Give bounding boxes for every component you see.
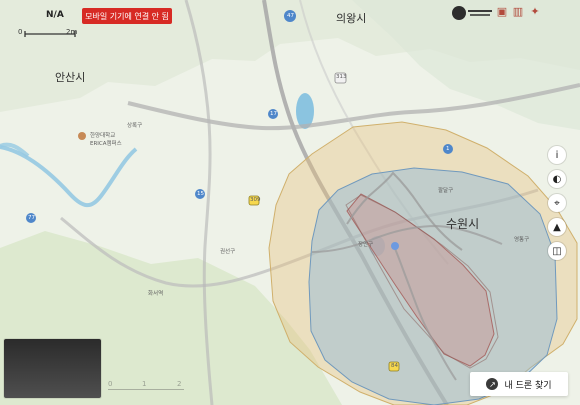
bottom-scale-tick-c: 2	[177, 380, 182, 388]
settings-status-icon: ✦	[530, 5, 540, 18]
road-label-15: 15	[197, 191, 204, 197]
drone-icon: ↗	[486, 378, 499, 390]
status-dot-icon	[452, 6, 466, 20]
road-label-309: 309	[250, 197, 261, 203]
map-label-uiwang: 의왕시	[336, 12, 367, 25]
scale-label-end: 2m	[66, 28, 78, 36]
map-label-hwaseo: 화서역	[148, 291, 164, 297]
bottom-scale-indicator: 0 1 2	[108, 377, 186, 395]
map-label-hanyang: 한양대학교 ERICA캠퍼스	[90, 133, 122, 147]
find-drone-label: 내 드론 찾기	[504, 380, 552, 391]
map-label-yeongtong: 영통구	[514, 237, 530, 243]
signal-dash-secondary-icon	[470, 14, 490, 16]
road-label-77: 77	[28, 215, 35, 221]
road-label-47: 47	[287, 13, 294, 19]
info-button[interactable]: i	[548, 146, 566, 164]
eraser-icon: ◐	[552, 173, 562, 185]
mobile-connection-alert: 모바일 기기에 연결 안 됨	[82, 8, 172, 24]
scale-label-start: 0	[18, 28, 23, 36]
camera-status-icon: ▣	[496, 5, 508, 18]
layers-icon: ◫	[552, 245, 562, 257]
navigation-button[interactable]: ▲	[548, 218, 566, 236]
location-button[interactable]: ⌖	[548, 194, 566, 212]
find-drone-button[interactable]: ↗ 내 드론 찾기	[470, 372, 568, 396]
battery-status-icon: ▥	[512, 5, 524, 18]
map-label-gwonseon: 권선구	[220, 249, 236, 255]
layers-button[interactable]: ◫	[548, 242, 566, 260]
bottom-scale-line	[108, 389, 184, 390]
road-label-1: 1	[446, 146, 450, 152]
map-label-ansan: 안산시	[55, 71, 86, 84]
map-screen: N/A 모바일 기기에 연결 안 됨 0 2m ▣ ▥ ✦ 의왕시 안산시 수원…	[0, 0, 580, 405]
bottom-scale-tick-a: 0	[108, 380, 113, 388]
video-preview[interactable]	[4, 339, 101, 398]
info-icon: i	[555, 149, 559, 161]
map-label-suwon: 수원시	[446, 217, 480, 231]
university-marker	[78, 132, 86, 140]
drone-position-marker	[391, 242, 399, 250]
signal-dash-icon	[468, 10, 492, 12]
map-label-sangnok: 상록구	[127, 123, 143, 129]
status-bar-cluster: ▣ ▥ ✦	[450, 4, 580, 22]
road-label-313: 313	[336, 74, 347, 80]
eraser-button[interactable]: ◐	[548, 170, 566, 188]
pin-icon: ⌖	[554, 197, 560, 209]
map-label-paldal: 팔달구	[438, 188, 454, 194]
navigation-icon: ▲	[553, 221, 561, 233]
map-label-jangan: 장안구	[358, 242, 374, 248]
bottom-scale-tick-b: 1	[142, 380, 147, 388]
road-label-84: 84	[391, 363, 398, 369]
road-label-17: 17	[270, 111, 277, 117]
status-na: N/A	[46, 10, 64, 20]
